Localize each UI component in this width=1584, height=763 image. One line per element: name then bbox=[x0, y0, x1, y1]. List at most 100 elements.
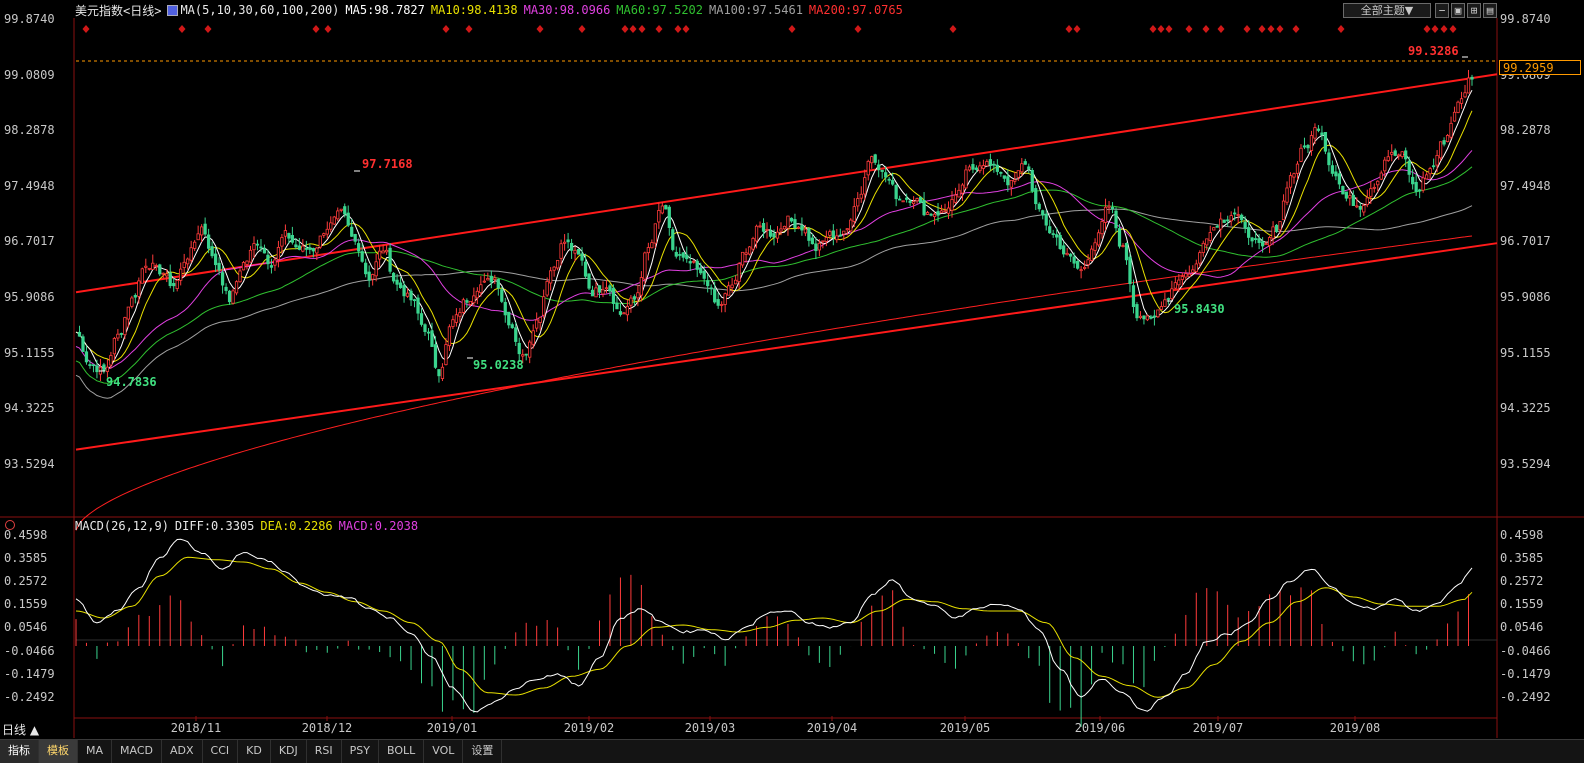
candle-body bbox=[1372, 186, 1376, 189]
indicator-tab-macd[interactable]: MACD bbox=[112, 740, 162, 763]
indicator-tab-设置[interactable]: 设置 bbox=[463, 740, 503, 763]
chart-icon[interactable]: ▣ bbox=[1451, 3, 1465, 18]
candle-body bbox=[1400, 151, 1404, 157]
macd-label[interactable]: MACD(26,12,9) bbox=[75, 519, 169, 533]
indicator-tab-指标[interactable]: 指标 bbox=[0, 740, 39, 763]
ma-label[interactable]: MA(5,10,30,60,100,200) bbox=[180, 3, 339, 17]
candle-body bbox=[447, 326, 452, 347]
candle-body bbox=[301, 245, 305, 252]
candle-body bbox=[1431, 165, 1436, 168]
candle-body bbox=[692, 260, 696, 263]
minus-icon[interactable]: − bbox=[1435, 3, 1449, 18]
candle-body bbox=[1219, 218, 1223, 230]
indicator-tab-boll[interactable]: BOLL bbox=[379, 740, 425, 763]
candle-body bbox=[625, 305, 630, 316]
candle-body bbox=[374, 261, 378, 277]
candle-body bbox=[601, 289, 605, 295]
macd-tick-label-left: 0.3585 bbox=[4, 551, 48, 566]
candle-body bbox=[758, 225, 762, 228]
macd-tick-label-left: -0.0466 bbox=[4, 643, 55, 658]
candle-body bbox=[168, 272, 172, 287]
candle-body bbox=[325, 228, 329, 235]
candle-body bbox=[552, 266, 556, 271]
period-selector[interactable]: 日线 ▲ bbox=[2, 721, 39, 738]
annotation-low-3: 95.8430 bbox=[1174, 302, 1225, 316]
candle-body bbox=[507, 311, 511, 326]
indicator-tab-kdj[interactable]: KDJ bbox=[271, 740, 307, 763]
candle-body bbox=[555, 260, 560, 269]
candle-body bbox=[95, 365, 99, 373]
candle-body bbox=[88, 364, 92, 367]
candle-body bbox=[1149, 316, 1153, 319]
candle-body bbox=[440, 366, 445, 379]
candle-body bbox=[1208, 232, 1212, 241]
macd-tick-label-right: 0.0546 bbox=[1500, 620, 1544, 635]
candle-body bbox=[475, 290, 479, 299]
candle-body bbox=[891, 180, 895, 185]
candle-body bbox=[1051, 233, 1055, 236]
candle-body bbox=[1320, 132, 1324, 136]
candle-body bbox=[1194, 263, 1198, 272]
indicator-tab-kd[interactable]: KD bbox=[238, 740, 271, 763]
candle-body bbox=[1159, 306, 1164, 310]
candle-body bbox=[674, 251, 678, 257]
candle-body bbox=[957, 189, 961, 198]
ma60-value: MA60:97.5202 bbox=[616, 3, 703, 17]
candle-body bbox=[1341, 185, 1345, 195]
candle-body bbox=[496, 279, 500, 289]
indicator-tab-模板[interactable]: 模板 bbox=[39, 740, 78, 763]
indicator-tab-rsi[interactable]: RSI bbox=[307, 740, 342, 763]
macd-tick-label-left: 0.0546 bbox=[4, 620, 48, 635]
candle-body bbox=[1452, 111, 1457, 122]
candle-body bbox=[1302, 145, 1307, 148]
indicator-tab-psy[interactable]: PSY bbox=[342, 740, 379, 763]
candle-body bbox=[503, 301, 507, 316]
candle-body bbox=[308, 247, 312, 250]
candle-body bbox=[398, 282, 403, 289]
candle-body bbox=[245, 260, 249, 265]
candle-body bbox=[831, 230, 835, 238]
candle-body bbox=[1295, 163, 1300, 174]
candle-body bbox=[1348, 195, 1352, 199]
candle-body bbox=[252, 243, 256, 251]
ma10-value: MA10:98.4138 bbox=[430, 3, 518, 17]
candle-body bbox=[458, 312, 462, 317]
candle-body bbox=[461, 299, 466, 313]
restore-icon[interactable]: ▤ bbox=[1483, 3, 1497, 18]
price-tick-label-right: 97.4948 bbox=[1500, 178, 1551, 193]
candle-body bbox=[84, 351, 89, 363]
macd-tick-label-right: 0.1559 bbox=[1500, 597, 1544, 612]
candle-body bbox=[1470, 76, 1474, 80]
theme-select-button[interactable]: 全部主题▼ bbox=[1343, 3, 1431, 18]
macd-dea-value: DEA:0.2286 bbox=[260, 519, 333, 533]
indicator-tab-cci[interactable]: CCI bbox=[203, 740, 239, 763]
candle-body bbox=[723, 293, 727, 305]
candle-body bbox=[451, 319, 455, 327]
candle-body bbox=[339, 208, 343, 211]
candle-body bbox=[419, 313, 424, 325]
indicator-tab-vol[interactable]: VOL bbox=[424, 740, 464, 763]
maximize-icon[interactable]: ⊞ bbox=[1467, 3, 1481, 18]
candle-body bbox=[573, 249, 577, 254]
price-tick-label-right: 94.3225 bbox=[1500, 401, 1551, 416]
candle-body bbox=[294, 244, 298, 248]
candle-body bbox=[817, 242, 821, 251]
indicator-tab-adx[interactable]: ADX bbox=[162, 740, 203, 763]
candle-body bbox=[224, 286, 228, 291]
candle-body bbox=[1264, 243, 1268, 246]
candle-body bbox=[838, 234, 842, 237]
ma-settings-icon[interactable] bbox=[167, 4, 179, 16]
candle-body bbox=[521, 354, 525, 357]
candle-body bbox=[315, 247, 319, 254]
candle-body bbox=[444, 344, 448, 366]
ma200-value: MA200:97.0765 bbox=[808, 3, 903, 17]
chart-canvas[interactable] bbox=[0, 0, 1584, 763]
candle-body bbox=[1131, 285, 1136, 308]
candle-body bbox=[664, 205, 668, 210]
indicator-tab-ma[interactable]: MA bbox=[78, 740, 113, 763]
candle-body bbox=[1142, 315, 1146, 320]
candle-body bbox=[510, 324, 514, 329]
annotation-low-2: 95.0238 bbox=[473, 358, 524, 372]
candle-body bbox=[1351, 194, 1355, 206]
candle-body bbox=[531, 330, 535, 345]
